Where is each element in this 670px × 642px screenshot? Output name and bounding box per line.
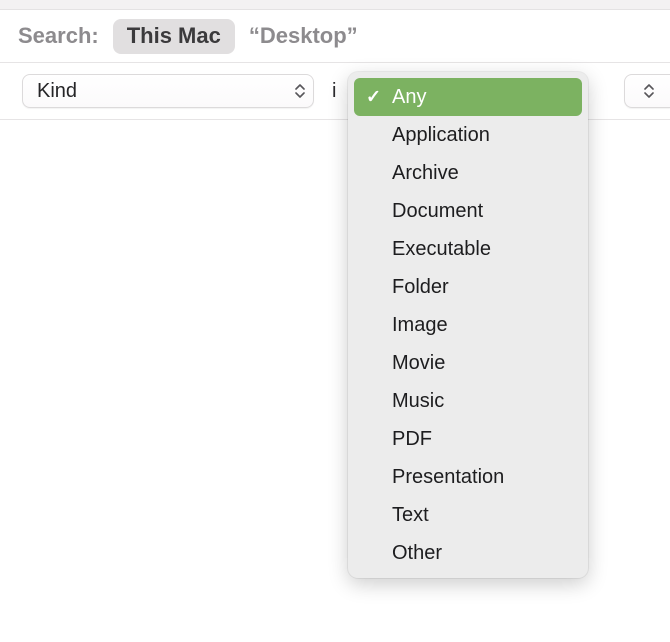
menu-item-label: Document [392, 200, 483, 223]
menu-item-any[interactable]: ✓ Any [354, 78, 582, 116]
menu-item-label: Text [392, 504, 429, 527]
menu-item-other[interactable]: Other [354, 534, 582, 572]
criteria-operator-text: i [332, 80, 336, 103]
menu-item-label: Application [392, 124, 490, 147]
menu-item-application[interactable]: Application [354, 116, 582, 154]
menu-item-label: Music [392, 390, 444, 413]
kind-dropdown-menu[interactable]: ✓ Any Application Archive Document Executable… [348, 72, 588, 578]
menu-item-executable[interactable]: Executable [354, 230, 582, 268]
menu-item-folder[interactable]: Folder [354, 268, 582, 306]
search-label: Search: [18, 23, 99, 49]
menu-item-image[interactable]: Image [354, 306, 582, 344]
menu-item-text[interactable]: Text [354, 496, 582, 534]
menu-item-label: Other [392, 542, 442, 565]
menu-item-pdf[interactable]: PDF [354, 420, 582, 458]
checkmark-icon: ✓ [366, 87, 381, 108]
menu-item-label: Any [392, 86, 426, 109]
menu-item-presentation[interactable]: Presentation [354, 458, 582, 496]
menu-item-label: Executable [392, 238, 491, 261]
criteria-attribute-value: Kind [37, 80, 77, 103]
criteria-value-popup[interactable] [624, 74, 670, 108]
menu-item-archive[interactable]: Archive [354, 154, 582, 192]
criteria-attribute-popup[interactable]: Kind [22, 74, 314, 108]
menu-item-label: PDF [392, 428, 432, 451]
updown-stepper-icon [642, 82, 656, 100]
scope-this-mac[interactable]: This Mac [113, 19, 235, 54]
menu-item-label: Folder [392, 276, 449, 299]
menu-item-label: Movie [392, 352, 445, 375]
window-toolbar-strip [0, 0, 670, 10]
menu-item-document[interactable]: Document [354, 192, 582, 230]
menu-item-label: Archive [392, 162, 459, 185]
search-scope-bar: Search: This Mac “Desktop” [0, 10, 670, 62]
scope-desktop[interactable]: “Desktop” [249, 23, 358, 49]
updown-stepper-icon [293, 82, 307, 100]
menu-item-movie[interactable]: Movie [354, 344, 582, 382]
menu-item-label: Presentation [392, 466, 504, 489]
menu-item-label: Image [392, 314, 448, 337]
menu-item-music[interactable]: Music [354, 382, 582, 420]
